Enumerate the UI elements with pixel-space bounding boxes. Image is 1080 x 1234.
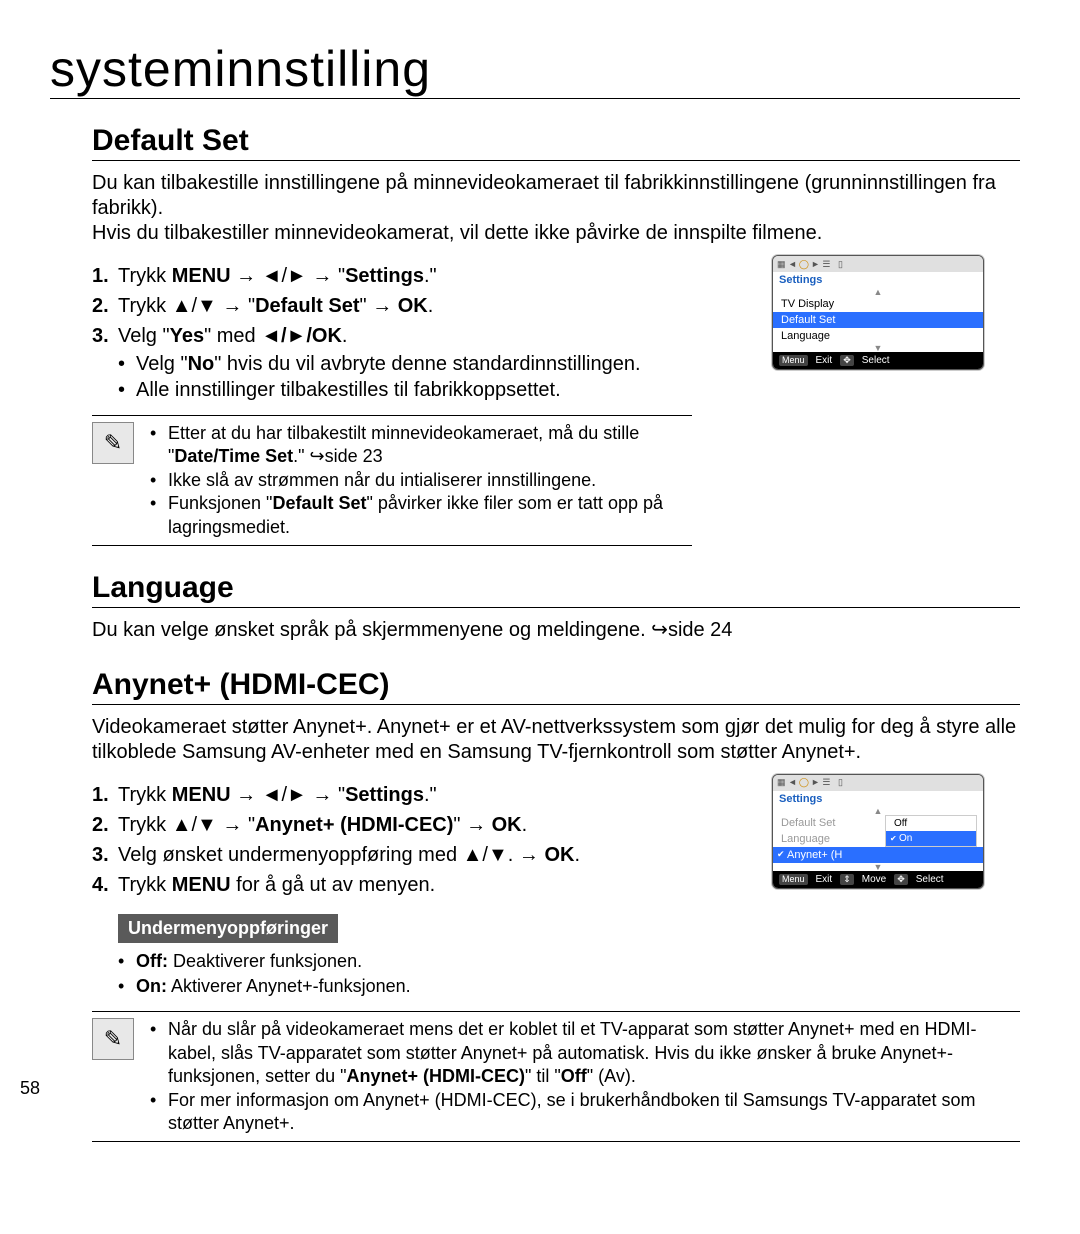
anynet-steps: 1. Trykk MENU → ◄/► → "Settings." 2. Try…: [92, 780, 652, 900]
section-language: Language: [92, 571, 1020, 608]
footer-text: Exit: [816, 874, 833, 885]
text: Off:: [136, 951, 168, 971]
text: → ◄/► → ": [231, 265, 345, 287]
text: Trykk: [118, 874, 172, 896]
screenshot-default-set: ▦ ◄ ◯ ► ☰ ▯ Settings ▲ TV Display Defaul…: [772, 255, 984, 370]
text: For mer informasjon om Anynet+ (HDMI-CEC…: [168, 1089, 1020, 1136]
text: " til ": [525, 1066, 561, 1086]
text: Trykk: [118, 265, 172, 287]
text: " med: [204, 325, 261, 347]
note-icon: ✎: [92, 1018, 134, 1060]
footer-text: Select: [862, 355, 890, 366]
text: Hvis du tilbakestiller minnevideokamerat…: [92, 222, 822, 244]
text: OK: [398, 295, 428, 317]
text: " hvis du vil avbryte denne standardinns…: [214, 353, 640, 375]
option-off: Off: [886, 816, 976, 831]
text: Yes: [170, 325, 204, 347]
page-number: 58: [20, 1078, 40, 1099]
text: Funksjonen ": [168, 493, 272, 513]
footer-text: Exit: [816, 355, 833, 366]
text: .: [428, 295, 434, 317]
note-icon: ✎: [92, 422, 134, 464]
text: On:: [136, 976, 167, 996]
text: ◄/►/OK: [261, 325, 342, 347]
text: for å gå ut av menyen.: [231, 874, 436, 896]
text: Du kan tilbakestille innstillingene på m…: [92, 172, 996, 219]
page-title: systeminnstilling: [50, 40, 1020, 99]
menu-title: Settings: [773, 791, 983, 807]
section-anynet: Anynet+ (HDMI-CEC): [92, 668, 1020, 705]
text: Velg ": [118, 325, 170, 347]
text: ." ↪side 23: [293, 446, 383, 466]
text: MENU: [172, 784, 231, 806]
submenu-label: Undermenyoppføringer: [118, 914, 338, 943]
screenshot-anynet: ▦ ◄ ◯ ► ☰ ▯ Settings ▲ Default Set Langu…: [772, 774, 984, 889]
text: Trykk ▲/▼ → ": [118, 295, 255, 317]
footer-text: Select: [916, 874, 944, 885]
note-anynet: ✎ •Når du slår på videokameraet mens det…: [92, 1011, 1020, 1142]
default-set-intro: Du kan tilbakestille innstillingene på m…: [92, 171, 1020, 246]
text: .: [574, 844, 580, 866]
text: Off: [561, 1066, 587, 1086]
text: Settings: [345, 784, 424, 806]
menu-item-selected: ✔ Anynet+ (H: [773, 847, 983, 863]
text: No: [188, 353, 215, 375]
text: Aktiverer Anynet+-funksjonen.: [167, 976, 411, 996]
text: Velg ønsket undermenyoppføring med ▲/▼. …: [118, 844, 544, 866]
text: .: [522, 814, 528, 836]
text: " (Av).: [587, 1066, 636, 1086]
menu-item-selected: Default Set: [773, 312, 983, 328]
text: .": [424, 265, 437, 287]
section-default-set: Default Set: [92, 124, 1020, 161]
text: Settings: [345, 265, 424, 287]
text: Anynet+ (H: [787, 849, 842, 861]
text: Date/Time Set: [174, 446, 293, 466]
key-label: Menu: [779, 355, 808, 366]
text: " →: [360, 295, 398, 317]
default-set-steps: 1. Trykk MENU → ◄/► → "Settings." 2. Try…: [92, 261, 652, 403]
footer-text: Move: [862, 874, 886, 885]
text: Anynet+ (HDMI-CEC): [255, 814, 453, 836]
menu-item: Language: [773, 328, 983, 344]
text: Default Set: [272, 493, 366, 513]
option-on-selected: ✔ On: [886, 831, 976, 846]
submenu-list: •Off: Deaktiverer funksjonen. •On: Aktiv…: [118, 949, 1020, 999]
anynet-intro: Videokameraet støtter Anynet+. Anynet+ e…: [92, 715, 1020, 765]
key-label: Menu: [779, 874, 808, 885]
text: " →: [453, 814, 491, 836]
text: Alle innstillinger tilbakestilles til fa…: [136, 377, 561, 403]
language-text: Du kan velge ønsket språk på skjermmenye…: [92, 618, 1020, 643]
text: OK: [544, 844, 574, 866]
menu-title: Settings: [773, 272, 983, 288]
text: → ◄/► → ": [231, 784, 345, 806]
text: MENU: [172, 265, 231, 287]
text: OK: [492, 814, 522, 836]
text: MENU: [172, 874, 231, 896]
text: .: [342, 325, 348, 347]
text: Trykk: [118, 784, 172, 806]
note-default-set: ✎ •Etter at du har tilbakestilt minnevid…: [92, 415, 692, 546]
text: Trykk ▲/▼ → ": [118, 814, 255, 836]
text: Ikke slå av strømmen når du intialiserer…: [168, 469, 596, 492]
text: .": [424, 784, 437, 806]
text: Anynet+ (HDMI-CEC): [347, 1066, 526, 1086]
text: Default Set: [255, 295, 359, 317]
menu-item: TV Display: [773, 296, 983, 312]
text: Velg ": [136, 353, 188, 375]
text: On: [899, 833, 912, 844]
text: Deaktiverer funksjonen.: [168, 951, 362, 971]
